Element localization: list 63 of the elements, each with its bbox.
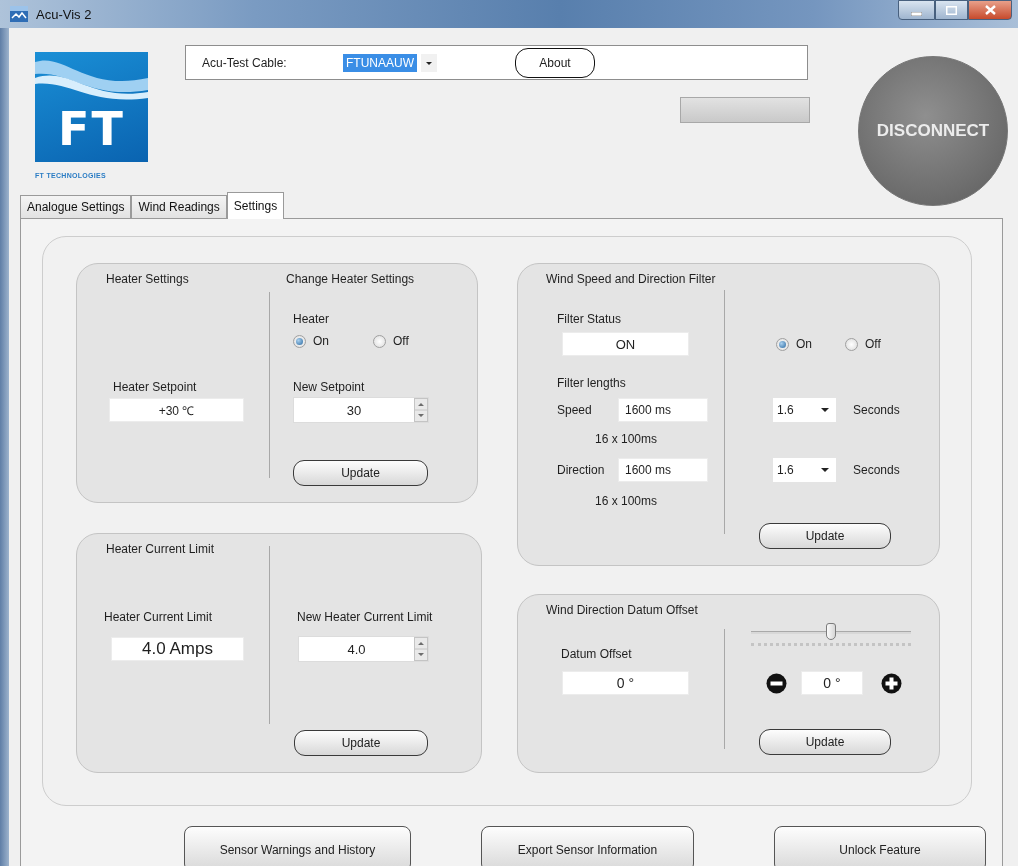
maximize-icon [946,5,957,15]
spin-box[interactable]: 4.0 [298,636,429,662]
radio-button[interactable]: Off [845,337,881,351]
minimize-button[interactable] [898,0,935,20]
caret-icon [421,53,437,72]
group-title: Wind Direction Datum Offset [546,603,698,617]
value-field: 1600 ms [618,398,708,422]
value-field: ON [562,332,689,356]
field-label: Heater Current Limit [104,610,213,624]
spin-arrows-icon [414,398,428,422]
field-label: Filter Status [557,312,622,326]
minus-icon [766,672,787,694]
update-button[interactable]: Update [759,523,891,549]
footer-button[interactable]: Sensor Warnings and History [184,826,411,866]
field-label: Speed [557,403,593,417]
logo-text: FT [58,104,125,154]
footer-button[interactable]: Unlock Feature [774,826,986,866]
spin-arrows-icon [414,637,428,661]
detail-text: 16 x 100ms [595,432,658,446]
footer-button[interactable]: Export Sensor Information [481,826,694,866]
increase-button[interactable] [881,672,902,694]
close-icon [984,5,996,15]
value-field: 1600 ms [618,458,708,482]
tab[interactable]: Settings [226,192,285,219]
tab[interactable]: Analogue Settings [20,195,132,218]
unit-label: Seconds [853,463,900,477]
about-button[interactable]: About [515,47,595,78]
update-button[interactable]: Update [759,729,891,755]
radio-button[interactable]: On [776,337,812,351]
maximize-button[interactable] [935,0,968,20]
close-button[interactable] [968,0,1012,20]
value-field: +30 ℃ [109,398,244,422]
unit-label: Seconds [853,403,900,417]
app-icon [10,6,28,22]
seconds-dropdown[interactable]: 1.6 [773,398,836,422]
value-field: 4.0 Amps [111,637,244,661]
radio-button[interactable]: Off [373,334,409,348]
update-button[interactable]: Update [293,460,428,486]
field-label: Direction [557,463,606,477]
cable-label: Acu-Test Cable: [202,55,288,70]
decrease-button[interactable] [766,672,787,694]
window-title: Acu-Vis 2 [36,6,93,22]
group-title: Wind Speed and Direction Filter [546,272,716,286]
field-label: Datum Offset [561,647,632,661]
field-label: New Heater Current Limit [297,610,433,624]
update-button[interactable]: Update [294,730,428,756]
group-title: Heater Settings [106,272,189,286]
detail-text: 16 x 100ms [595,494,658,508]
plus-icon [881,672,902,694]
seconds-dropdown[interactable]: 1.6 [773,458,836,482]
radio-button[interactable]: On [293,334,329,348]
field-label: Heater Setpoint [113,380,197,394]
group-title: Heater Current Limit [106,542,215,556]
value-field: 0 ° [801,671,863,695]
tab[interactable]: Wind Readings [131,195,227,218]
spin-box[interactable]: 30 [293,397,429,423]
field-label: Filter lengths [557,376,626,390]
field-label: New Setpoint [293,380,365,394]
minimize-icon [911,12,922,16]
value-field: 0 ° [562,671,689,695]
group-title: Change Heater Settings [286,272,415,286]
slider-thumb[interactable] [826,623,836,640]
field-label: Heater [293,312,330,326]
